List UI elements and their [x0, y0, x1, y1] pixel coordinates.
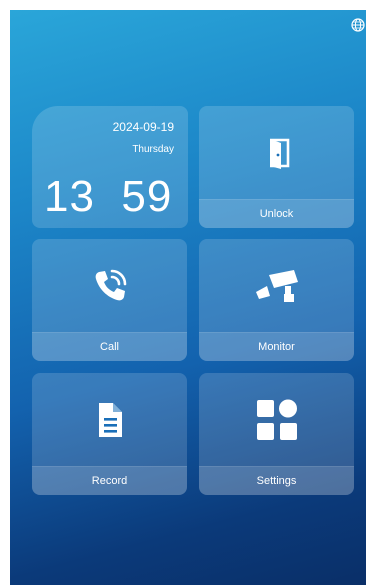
call-tile[interactable]: Call: [32, 239, 187, 361]
phone-icon: [95, 269, 126, 301]
call-icon-area: [32, 239, 187, 333]
unlock-label: Unlock: [199, 199, 354, 228]
record-tile[interactable]: Record: [32, 373, 187, 495]
record-label: Record: [32, 466, 187, 495]
monitor-label: Monitor: [199, 332, 354, 361]
unlock-tile[interactable]: Unlock: [199, 106, 354, 228]
settings-tile[interactable]: Settings: [199, 373, 354, 495]
settings-icon-area: [199, 373, 354, 467]
camera-icon: [255, 270, 298, 302]
record-icon-area: [32, 373, 187, 467]
unlock-icon-area: [199, 106, 354, 200]
monitor-icon-area: [199, 239, 354, 333]
settings-label: Settings: [199, 466, 354, 495]
globe-icon[interactable]: [351, 18, 365, 32]
call-label: Call: [32, 332, 187, 361]
home-screen: 2024-09-19 Thursday 13 59 Unlock Call Mo…: [10, 10, 366, 585]
clock-widget: 2024-09-19 Thursday 13 59: [32, 106, 188, 228]
monitor-tile[interactable]: Monitor: [199, 239, 354, 361]
door-icon: [269, 138, 289, 169]
time-text: 13 59: [44, 172, 173, 221]
document-icon: [98, 403, 122, 437]
grid-icon: [256, 399, 297, 440]
weekday-text: Thursday: [132, 144, 174, 155]
date-text: 2024-09-19: [112, 120, 174, 134]
